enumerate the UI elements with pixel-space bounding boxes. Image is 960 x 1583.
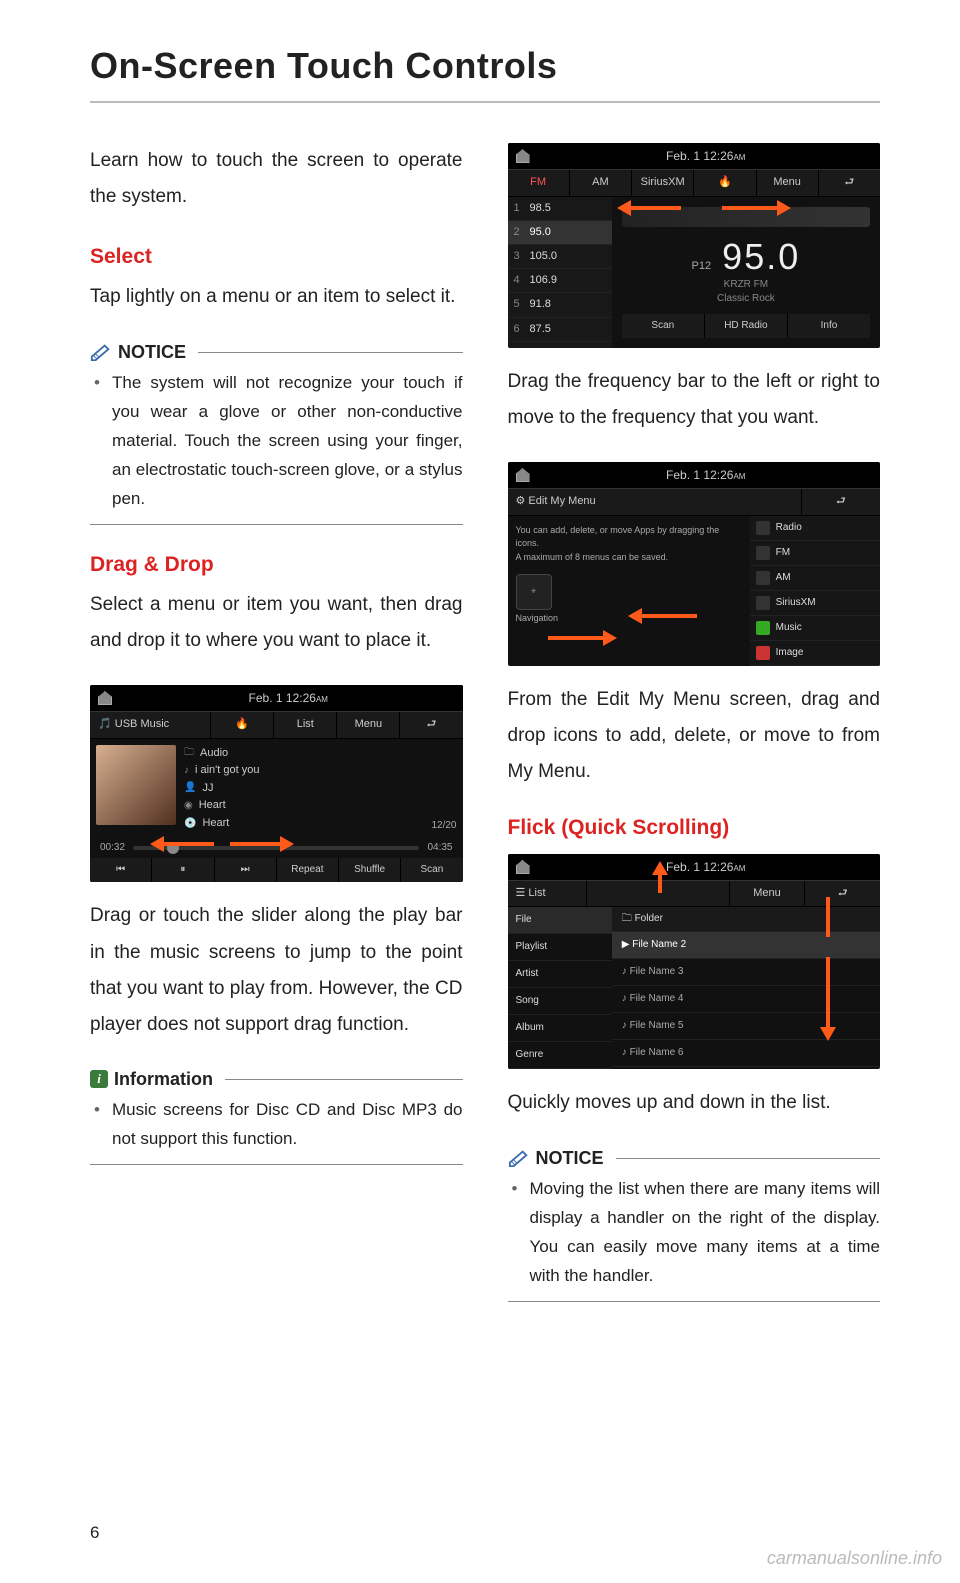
shuffle-button: Shuffle [339,858,401,882]
category-playlist: Playlist [508,934,612,961]
watermark: carmanualsonline.info [767,1548,942,1569]
file-row: ♪ File Name 5 [612,1013,880,1040]
notice-label: NOTICE [536,1148,604,1169]
disc-icon: 💿 [184,816,196,832]
home-icon [516,860,530,874]
track-counter: 12/20 [431,820,456,832]
back-icon: ⮐ [819,170,880,195]
usb-music-screenshot: Feb. 1 12:26AM 🎵 USB Music 🔥 List Menu ⮐… [90,685,463,883]
flick-heading: Flick (Quick Scrolling) [508,816,881,840]
arrow-down-icon [820,1027,836,1041]
prev-button: ⏮ [90,858,152,882]
next-button: ⏭ [215,858,277,882]
dragdrop-heading: Drag & Drop [90,553,463,577]
category-artist: Artist [508,961,612,988]
frequency-bar [622,207,870,227]
arrow-left-icon [628,608,642,624]
arrow-left-icon [150,836,164,852]
dragdrop-caption: Drag or touch the slider along the play … [90,898,463,1042]
spacer [587,881,729,906]
back-icon: ⮐ [400,712,462,737]
station-name: KRZR FM [622,278,870,292]
list-title: ☰ List [508,881,588,906]
preset-label: P12 [692,260,712,272]
pause-button: ⏸ [152,858,214,882]
fm-tab: FM [508,170,570,195]
note-icon: ♪ [184,763,189,779]
arrow-right-icon [603,630,617,646]
information-label: Information [114,1069,213,1090]
scan-button: Scan [622,314,705,338]
editmenu-caption: From the Edit My Menu screen, drag and d… [508,682,881,790]
notice-callout-1: NOTICE • The system will not recognize y… [90,341,463,524]
info-button: Info [788,314,870,338]
arrow-right-icon [777,200,791,216]
info-icon: i [90,1070,108,1088]
home-icon [98,691,112,705]
notice-icon [508,1147,530,1169]
information-body: Music screens for Disc CD and Disc MP3 d… [112,1100,463,1148]
category-file: File [508,907,612,934]
list-screenshot: Feb. 1 12:26AM ☰ List Menu ⮐ File Playli… [508,854,881,1070]
edit-menu-title: ⚙ Edit My Menu [508,489,802,514]
bullet-icon: • [94,369,100,398]
arrow-line [164,842,214,846]
notice-body: The system will not recognize your touch… [112,373,463,508]
radio-screenshot: Feb. 1 12:26AM FM AM SiriusXM 🔥 Menu ⮐ 1… [508,143,881,348]
file-row: ♪ File Name 4 [612,986,880,1013]
select-body: Tap lightly on a menu or an item to sele… [90,279,463,315]
bullet-icon: • [512,1175,518,1204]
file-row: ♪ File Name 6 [612,1040,880,1067]
album-icon: ◉ [184,798,193,814]
notice-body: Moving the list when there are many item… [530,1179,881,1285]
scan-button: Scan [401,858,462,882]
album-art [96,745,176,825]
edit-menu-screenshot: Feb. 1 12:26AM ⚙ Edit My Menu ⮐ You can … [508,462,881,666]
folder-row: 🗀 Folder [612,907,880,932]
file-row: ▶ File Name 2 [612,932,880,959]
arrow-right-icon [280,836,294,852]
repeat-button: Repeat [277,858,339,882]
page-number: 6 [90,1523,99,1543]
category-song: Song [508,988,612,1015]
back-icon: ⮐ [805,881,880,906]
notice-label: NOTICE [118,342,186,363]
bullet-icon: • [94,1096,100,1125]
home-icon [516,149,530,163]
navigation-app-icon: ⌖ [516,574,552,610]
callout-rule [198,352,462,353]
frequency-display: 95.0 [722,236,800,277]
folder-icon: 🗀 [184,745,194,761]
category-genre: Genre [508,1042,612,1069]
file-row: ♪ File Name 3 [612,959,880,986]
menu-button: Menu [730,881,806,906]
arrow-line [230,842,280,846]
list-button: List [274,712,337,737]
home-icon [516,468,530,482]
hdradio-button: HD Radio [705,314,788,338]
arrow-left-icon [617,200,631,216]
source-label: 🎵 USB Music [90,712,211,737]
am-tab: AM [570,170,632,195]
title-rule [90,101,880,103]
back-icon: ⮐ [802,489,880,514]
intro-text: Learn how to touch the screen to operate… [90,143,463,215]
flick-caption: Quickly moves up and down in the list. [508,1085,881,1121]
menu-button: Menu [757,170,819,195]
notice-icon [90,341,112,363]
category-album: Album [508,1015,612,1042]
station-genre: Classic Rock [622,292,870,306]
arrow-up-icon [652,861,668,875]
fire-icon: 🔥 [694,170,756,195]
fire-icon: 🔥 [211,712,274,737]
notice-callout-2: NOTICE • Moving the list when there are … [508,1147,881,1302]
information-callout: i Information • Music screens for Disc C… [90,1069,463,1165]
menu-button: Menu [337,712,400,737]
page-title: On-Screen Touch Controls [90,45,880,87]
radio-caption: Drag the frequency bar to the left or ri… [508,364,881,436]
dragdrop-body: Select a menu or item you want, then dra… [90,587,463,659]
select-heading: Select [90,245,463,269]
siriusxm-tab: SiriusXM [632,170,694,195]
artist-icon: 👤 [184,780,196,796]
